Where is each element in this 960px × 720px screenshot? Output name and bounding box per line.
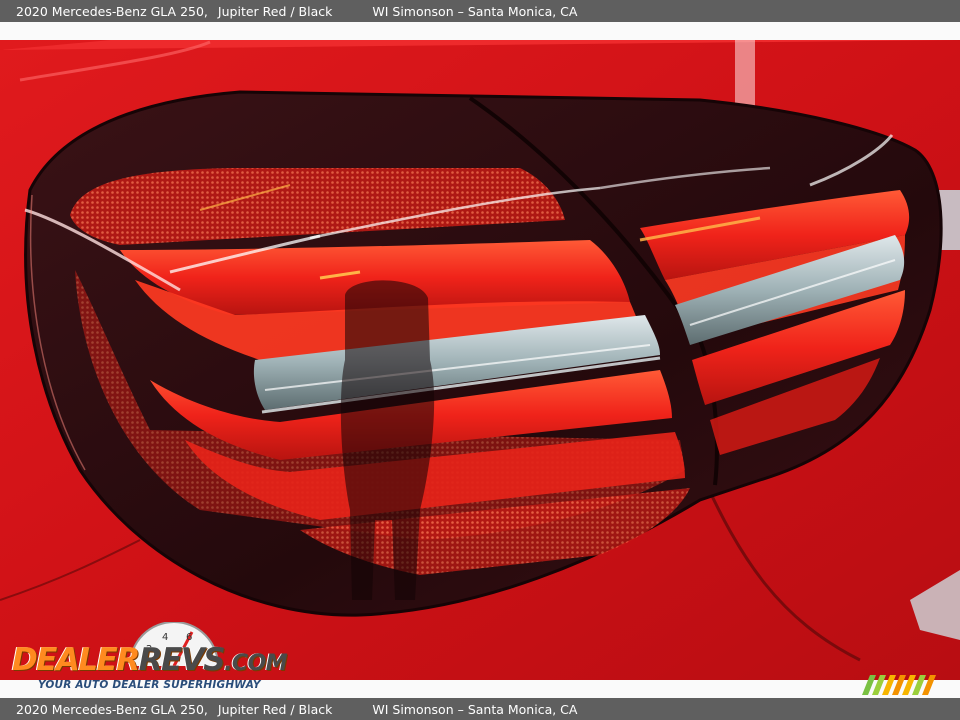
- dealer-location: WI Simonson – Santa Monica, CA: [372, 3, 578, 19]
- dealerrevs-logo: DEALERREVS.COM: [12, 642, 288, 678]
- bottom-caption-bar: 2020 Mercedes-Benz GLA 250, Jupiter Red …: [0, 698, 960, 720]
- dealer-location-bottom: WI Simonson – Santa Monica, CA: [372, 701, 578, 717]
- vehicle-title: 2020 Mercedes-Benz GLA 250,: [16, 3, 208, 19]
- brand-stripes-icon: [862, 675, 936, 695]
- vehicle-color: Jupiter Red / Black: [217, 3, 333, 19]
- tail-light-image: [0, 40, 960, 680]
- dealerrevs-tagline: YOUR AUTO DEALER SUPERHIGHWAY: [38, 679, 261, 691]
- vehicle-color-bottom: Jupiter Red / Black: [217, 701, 333, 717]
- tail-light-photo: [0, 40, 960, 680]
- top-white-strip: [0, 22, 960, 40]
- top-caption-bar: 2020 Mercedes-Benz GLA 250, Jupiter Red …: [0, 0, 960, 22]
- vehicle-title-bottom: 2020 Mercedes-Benz GLA 250,: [16, 701, 208, 717]
- dealerrevs-watermark: 2 4 6 DEALERREVS.COM YOUR AUTO DEALER SU…: [12, 622, 288, 694]
